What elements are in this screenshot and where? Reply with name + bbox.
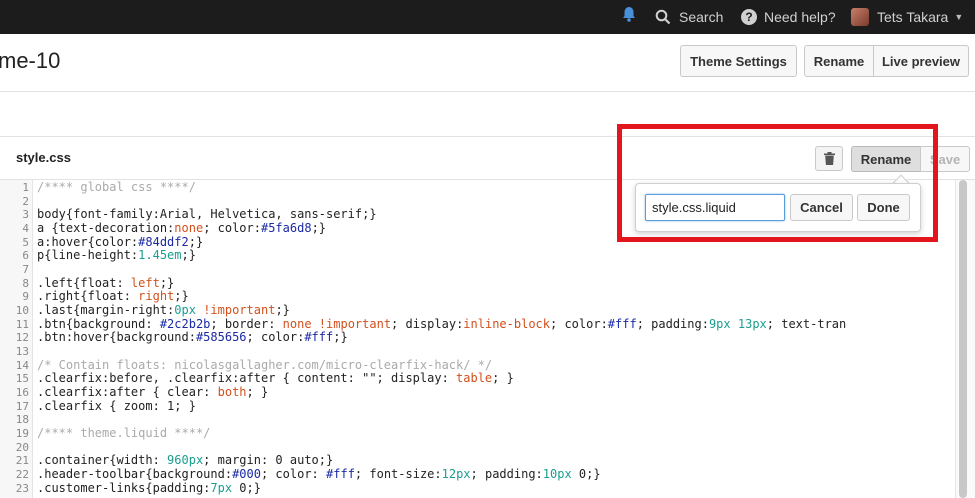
- line-number: 22: [15, 468, 29, 482]
- code-text: body{font-family:Arial, Helvetica, sans-…: [37, 207, 377, 222]
- code-line: 13: [0, 345, 955, 359]
- search-label: Search: [679, 9, 724, 25]
- line-number: 21: [15, 454, 29, 468]
- rename-theme-button[interactable]: Rename: [804, 45, 874, 77]
- avatar: [851, 8, 869, 26]
- line-number: 4: [22, 222, 29, 236]
- line-number: 2: [22, 194, 29, 208]
- code-line: 7: [0, 263, 955, 277]
- search-icon: [655, 9, 671, 25]
- code-line: 6 p{line-height:1.45em;}: [0, 249, 955, 263]
- line-number: 15: [15, 372, 29, 386]
- code-text: .customer-links{padding:7px 0;}: [37, 480, 261, 495]
- line-number: 20: [15, 440, 29, 454]
- code-line: 15 .clearfix:before, .clearfix:after { co…: [0, 372, 955, 386]
- code-text: .last{margin-right:0px !important;}: [37, 303, 290, 318]
- code-line: 12 .btn:hover{background:#585656; color:#…: [0, 331, 955, 345]
- help-icon: ?: [741, 9, 757, 25]
- user-name: Tets Takara: [877, 9, 949, 25]
- help-label: Need help?: [764, 9, 836, 25]
- line-number: 14: [15, 358, 29, 372]
- line-number: 1: [22, 181, 29, 194]
- notification-bell-icon[interactable]: [620, 5, 638, 23]
- line-number: 11: [15, 317, 29, 331]
- line-number: 6: [22, 249, 29, 263]
- line-number: 16: [15, 386, 29, 400]
- code-line: 9 .right{float: right;}: [0, 290, 955, 304]
- line-number: 7: [22, 263, 29, 277]
- code-line: 21 .container{width: 960px; margin: 0 aut…: [0, 454, 955, 468]
- chevron-down-icon: ▼: [954, 12, 964, 22]
- code-text: .clearfix { zoom: 1; }: [37, 398, 196, 413]
- code-text: .right{float: right;}: [37, 289, 189, 304]
- divider: [0, 91, 975, 92]
- live-preview-button[interactable]: Live preview: [873, 45, 969, 77]
- code-line: 19 /**** theme.liquid ****/: [0, 426, 955, 441]
- user-menu[interactable]: Tets Takara ▼: [851, 0, 963, 34]
- highlight-box: [617, 124, 938, 242]
- line-number: 9: [22, 290, 29, 304]
- code-text: /**** global css ****/: [37, 180, 196, 194]
- top-bar: Search ? Need help? Tets Takara ▼: [0, 0, 975, 34]
- scrollbar-thumb[interactable]: [959, 180, 967, 498]
- code-text: .left{float: left;}: [37, 275, 175, 290]
- line-number: 12: [15, 331, 29, 345]
- code-text: /* Contain floats: nicolasgallagher.com/…: [37, 357, 493, 372]
- code-line: 14 /* Contain floats: nicolasgallagher.co…: [0, 357, 955, 373]
- code-text: a:hover{color:#84ddf2;}: [37, 234, 204, 249]
- code-text: .btn{background: #2c2b2b; border: none !…: [37, 316, 847, 331]
- code-line: 16 .clearfix:after { clear: both; }: [0, 385, 955, 400]
- code-line: 17 .clearfix { zoom: 1; }: [0, 398, 955, 414]
- code-text: .clearfix:before, .clearfix:after { cont…: [37, 371, 514, 386]
- line-number: 5: [22, 235, 29, 249]
- line-number: 18: [15, 413, 29, 427]
- code-text: .clearfix:after { clear: both; }: [37, 385, 269, 400]
- line-number: 10: [15, 304, 29, 318]
- line-number: 13: [15, 345, 29, 359]
- line-number: 19: [15, 427, 29, 441]
- theme-settings-button[interactable]: Theme Settings: [680, 45, 797, 77]
- code-line: 22 .header-toolbar{background:#000; color…: [0, 467, 955, 482]
- code-line: 11 .btn{background: #2c2b2b; border: none…: [0, 316, 955, 332]
- code-text: .btn:hover{background:#585656; color:#ff…: [37, 330, 348, 345]
- line-number: 23: [15, 481, 29, 495]
- line-number: 3: [22, 208, 29, 222]
- code-line: 8 .left{float: left;}: [0, 275, 955, 291]
- code-text: /**** theme.liquid ****/: [37, 426, 211, 441]
- help-link[interactable]: ? Need help?: [741, 0, 836, 34]
- page-title: me-10: [0, 48, 61, 73]
- code-text: a {text-decoration:none; color:#5fa6d8;}: [37, 221, 327, 236]
- line-number: 8: [22, 276, 29, 290]
- code-line: 18: [0, 413, 955, 427]
- code-line: 23 .customer-links{padding:7px 0;}: [0, 480, 955, 496]
- code-text: .container{width: 960px; margin: 0 auto;…: [37, 453, 334, 468]
- code-line: 10 .last{margin-right:0px !important;}: [0, 303, 955, 318]
- code-line: 20: [0, 441, 955, 455]
- line-number: 17: [15, 399, 29, 413]
- code-text: .header-toolbar{background:#000; color: …: [37, 467, 601, 482]
- file-name: style.css: [16, 150, 71, 165]
- search-link[interactable]: Search: [655, 0, 723, 34]
- code-text: p{line-height:1.45em;}: [37, 248, 196, 263]
